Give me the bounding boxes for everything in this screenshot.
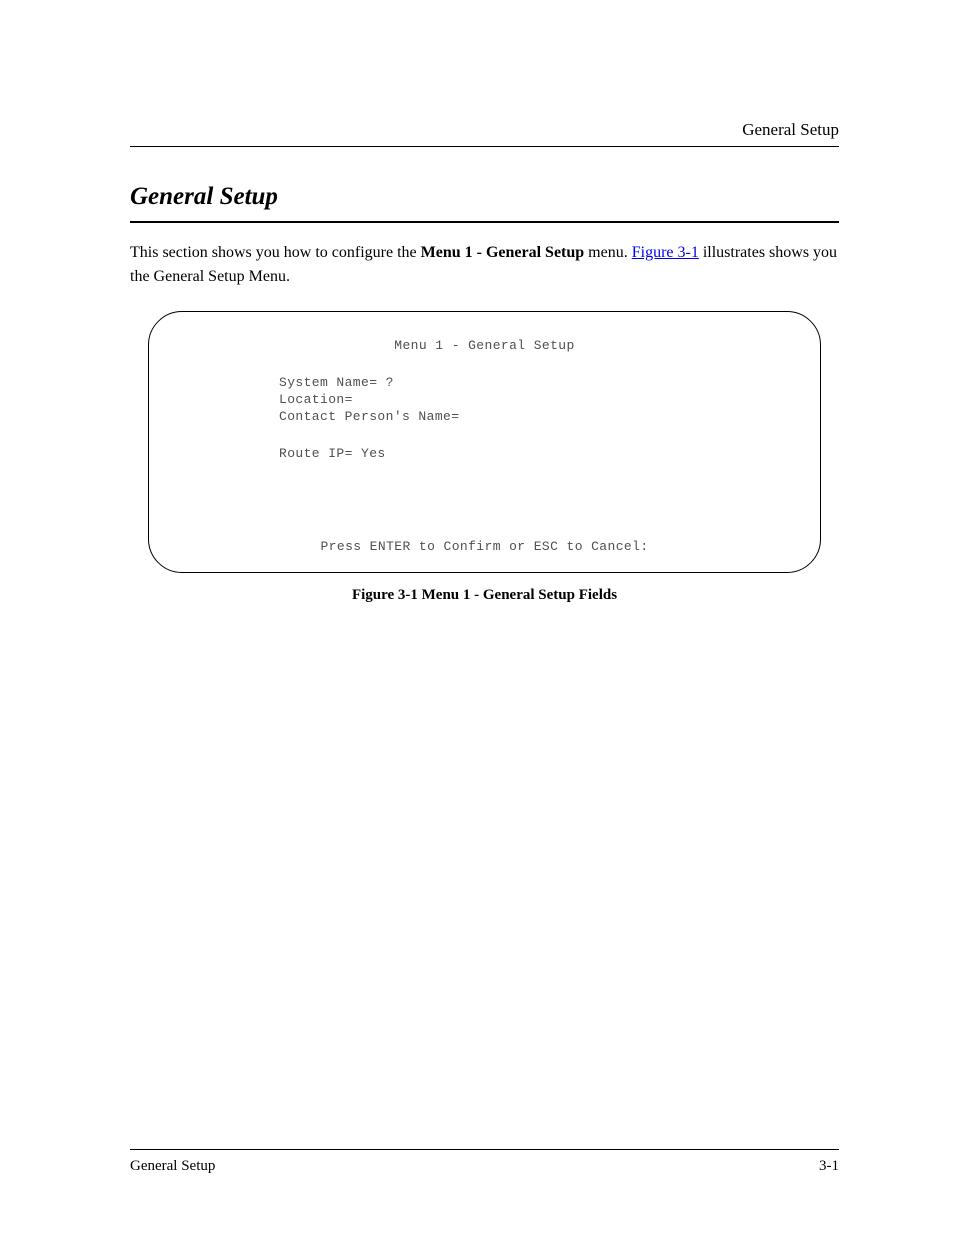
footer-left: General Setup <box>130 1158 215 1175</box>
field-location-label: Location= <box>279 392 353 407</box>
terminal-fields: System Name= ? Location= Contact Person'… <box>279 375 780 463</box>
header-rule <box>130 146 839 147</box>
page-header-right: General Setup <box>130 120 839 146</box>
figure-caption: Figure 3-1 Menu 1 - General Setup Fields <box>148 587 821 604</box>
terminal-screen: Menu 1 - General Setup System Name= ? Lo… <box>148 311 821 573</box>
section-intro: This section shows you how to configure … <box>130 241 839 289</box>
field-system-name-label: System Name= <box>279 375 377 390</box>
field-system-name: System Name= ? <box>279 375 780 392</box>
footer-row: General Setup 3-1 <box>130 1150 839 1175</box>
intro-strong: Menu 1 - General Setup <box>421 244 585 261</box>
terminal-gap <box>279 426 780 446</box>
field-contact: Contact Person's Name= <box>279 409 780 426</box>
page-footer: General Setup 3-1 <box>130 1149 839 1175</box>
document-page: General Setup General Setup This section… <box>0 0 954 1235</box>
field-contact-label: Contact Person's Name= <box>279 409 459 424</box>
page-spacer <box>130 604 839 1129</box>
field-route-ip-label: Route IP= <box>279 446 353 461</box>
terminal-footer: Press ENTER to Confirm or ESC to Cancel: <box>149 539 820 556</box>
terminal-title: Menu 1 - General Setup <box>189 338 780 355</box>
field-location: Location= <box>279 392 780 409</box>
field-route-ip-value: Yes <box>353 446 386 461</box>
field-system-name-value: ? <box>377 375 393 390</box>
title-rule <box>130 221 839 223</box>
section-title: General Setup <box>130 183 839 211</box>
figure-link[interactable]: Figure 3-1 <box>632 244 699 261</box>
intro-text-prefix: This section shows you how to configure … <box>130 244 421 261</box>
footer-right: 3-1 <box>819 1158 839 1175</box>
field-route-ip: Route IP= Yes <box>279 446 780 463</box>
figure-wrap: Menu 1 - General Setup System Name= ? Lo… <box>148 311 821 604</box>
intro-text-mid: menu. <box>584 244 632 261</box>
